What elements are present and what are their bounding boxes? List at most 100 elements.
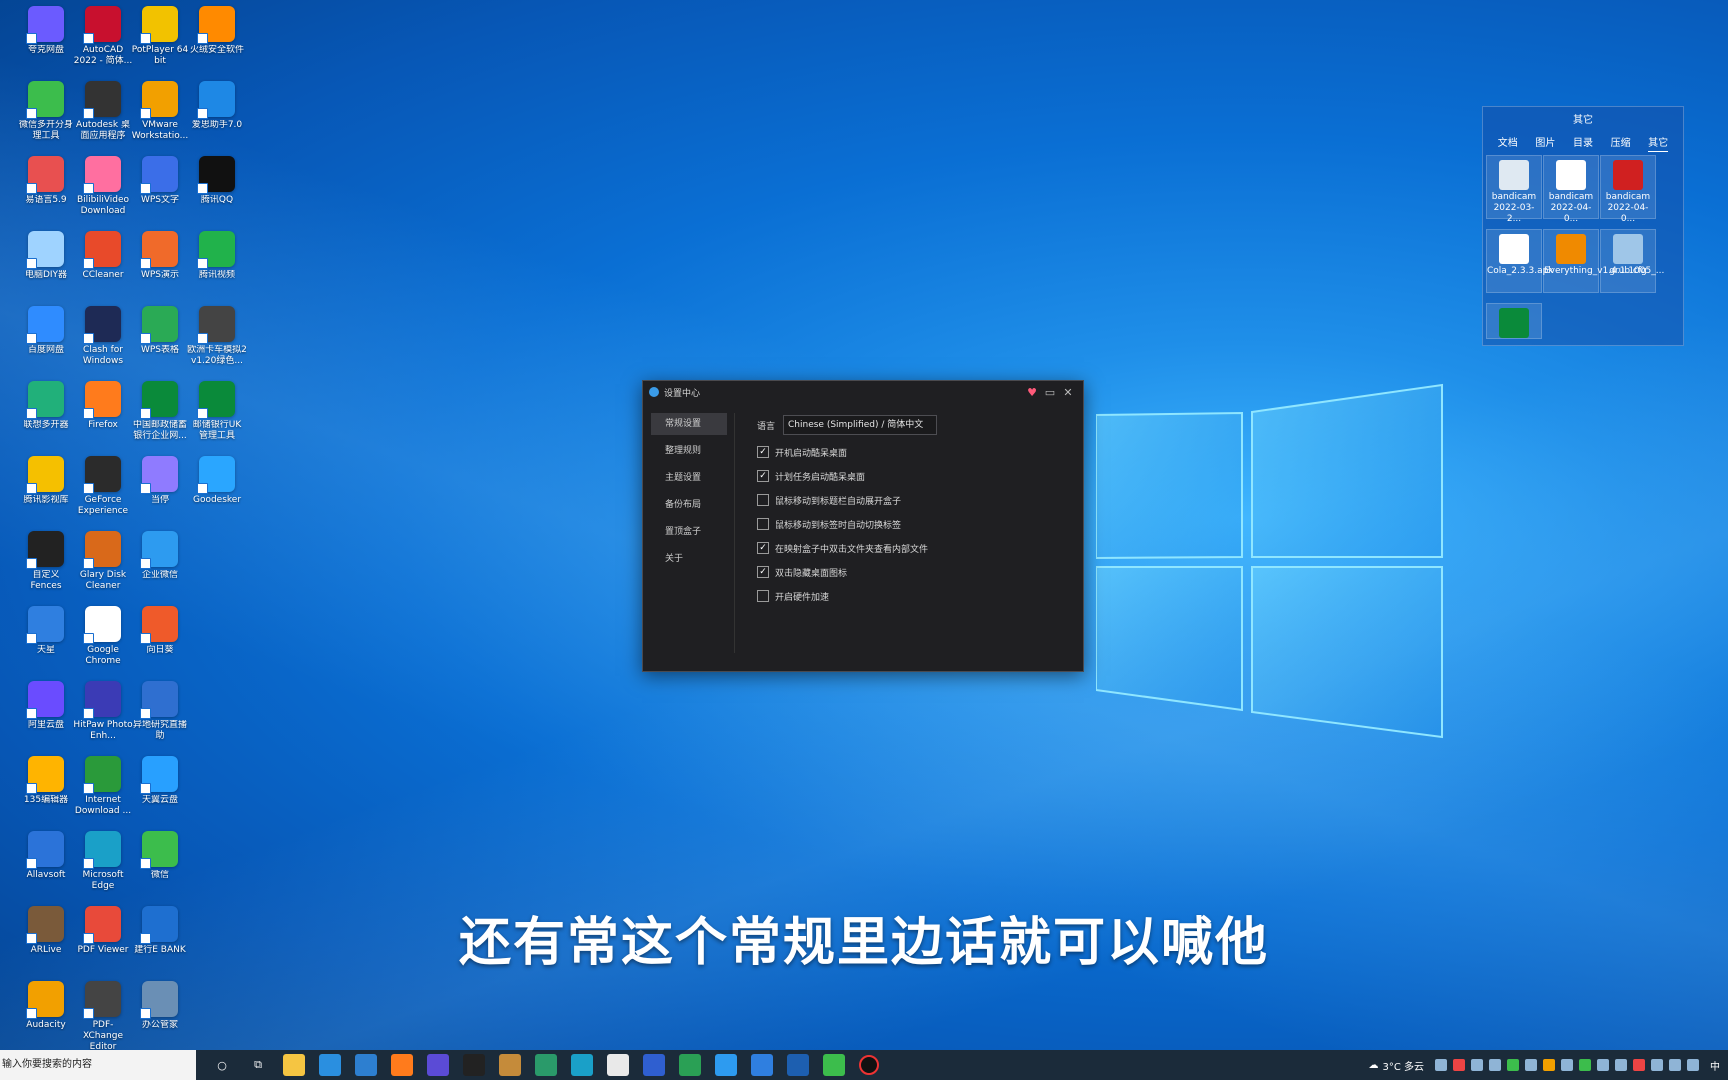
taskbar-search-input[interactable]: 输入你要搜索的内容 [0,1050,196,1080]
desktop-icon[interactable]: PDF-XChange Editor [73,981,133,1053]
desktop-icon[interactable]: 百度网盘 [16,306,76,356]
desktop-icon[interactable]: WPS表格 [130,306,190,356]
desktop-icon[interactable]: 夸克网盘 [16,6,76,56]
close-icon[interactable]: ✕ [1059,386,1077,399]
desktop-icon[interactable]: 腾讯QQ [187,156,247,206]
desktop-icon[interactable]: Clash for Windows [73,306,133,367]
desktop-icon[interactable]: HitPaw Photo Enh... [73,681,133,742]
weather-text[interactable]: 3°C 多云 [1382,1058,1424,1073]
desktop-icon[interactable]: CCleaner [73,231,133,281]
option-row[interactable]: 开启硬件加速 [757,584,1073,608]
fence-tab[interactable]: 文档 [1498,134,1518,152]
desktop-icon[interactable]: Microsoft Edge [73,831,133,892]
option-checkbox[interactable] [757,542,769,554]
desktop-icon[interactable]: 天星 [16,606,76,656]
sheets-icon[interactable] [679,1054,701,1076]
fence-widget[interactable]: 其它 文档 图片 目录 压缩 其它 bandicam 2022-03-2... bandi… [1482,106,1684,346]
option-checkbox[interactable] [757,566,769,578]
desktop-icon[interactable]: 企业微信 [130,531,190,581]
task-view-icon[interactable]: ⧉ [247,1054,269,1076]
desktop-icon[interactable]: Google Chrome [73,606,133,667]
file-explorer-icon[interactable] [283,1054,305,1076]
option-checkbox[interactable] [757,446,769,458]
option-row[interactable]: 开机启动酷呆桌面 [757,440,1073,464]
desktop-icon[interactable]: 异地研究直播助 [130,681,190,742]
desktop-icon[interactable]: 邮储银行UK 管理工具 [187,381,247,442]
desktop-icon[interactable]: Allavsoft [16,831,76,881]
desktop-icon[interactable]: 微信 [130,831,190,881]
feedback-icon[interactable]: ▭ [1041,386,1059,399]
mail-icon[interactable] [355,1054,377,1076]
option-checkbox[interactable] [757,470,769,482]
fence-file[interactable]: bandicam 2022-04-0... [1600,155,1656,224]
desktop-icon[interactable]: 向日葵 [130,606,190,656]
tray-icon[interactable] [1471,1059,1483,1071]
option-row[interactable]: 双击隐藏桌面图标 [757,560,1073,584]
tray-icon[interactable] [1651,1059,1663,1071]
tray-icon[interactable] [1597,1059,1609,1071]
sidebar-item[interactable]: 备份布局 [651,494,727,516]
capcut-icon[interactable] [463,1054,485,1076]
desktop-icon[interactable]: 腾讯视频 [187,231,247,281]
dingtalk-icon[interactable] [751,1054,773,1076]
desktop-icon[interactable]: 阿里云盘 [16,681,76,731]
fence-file[interactable]: Cola_2.3.3.apk [1486,229,1554,293]
tray-icon[interactable] [1525,1059,1537,1071]
tray-icon[interactable] [1543,1059,1555,1071]
desktop-icon[interactable]: VMware Workstatio... [130,81,190,142]
desktop-icon[interactable]: 腾讯影视库 [16,456,76,506]
desktop-icon[interactable]: Autodesk 桌面应用程序 [73,81,133,142]
desktop-icon[interactable]: AutoCAD 2022 - 简体... [73,6,133,67]
desktop-icon[interactable]: 天翼云盘 [130,756,190,806]
desktop-icon[interactable]: 欧洲卡车模拟2 v1.20绿色... [187,306,247,367]
option-row[interactable]: 计划任务启动酷呆桌面 [757,464,1073,488]
wecom-icon[interactable] [715,1054,737,1076]
edge-icon[interactable] [571,1054,593,1076]
desktop-icon[interactable]: PotPlayer 64 bit [130,6,190,67]
record-icon[interactable] [859,1055,879,1075]
option-checkbox[interactable] [757,518,769,530]
fence-tab[interactable]: 其它 [1648,134,1669,152]
firefox-icon[interactable] [391,1054,413,1076]
desktop-icon[interactable]: Firefox [73,381,133,431]
desktop-icon[interactable]: 135编辑器 [16,756,76,806]
desktop-icon[interactable]: Glary Disk Cleaner [73,531,133,592]
wechat-icon[interactable] [823,1054,845,1076]
fence-file[interactable]: bandicam 2022-04-0... [1543,155,1599,224]
edge-dev-icon[interactable] [535,1054,557,1076]
desktop-icon[interactable]: 爱思助手7.0 [187,81,247,131]
fence-file[interactable] [1486,303,1542,339]
option-checkbox[interactable] [757,590,769,602]
tray-icon[interactable] [1669,1059,1681,1071]
fence-tab[interactable]: 目录 [1573,134,1593,152]
tray-icon[interactable] [1561,1059,1573,1071]
option-row[interactable]: 在映射盒子中双击文件夹查看内部文件 [757,536,1073,560]
sidebar-item[interactable]: 置顶盒子 [651,521,727,543]
desktop-icon[interactable]: 当停 [130,456,190,506]
language-select[interactable]: Chinese (Simplified) / 简体中文 [783,415,937,435]
fence-file[interactable]: grub.cfg [1600,229,1656,293]
option-checkbox[interactable] [757,494,769,506]
desktop-icon[interactable]: 易语言5.9 [16,156,76,206]
tray-icon[interactable] [1633,1059,1645,1071]
option-row[interactable]: 鼠标移动到标题栏自动展开盒子 [757,488,1073,512]
sidebar-item[interactable]: 常规设置 [651,413,727,435]
tray-icon[interactable] [1489,1059,1501,1071]
chrome-icon[interactable] [607,1054,629,1076]
heart-icon[interactable]: ♥ [1023,386,1041,399]
sidebar-item[interactable]: 关于 [651,548,727,570]
desktop-icon[interactable]: Internet Download ... [73,756,133,817]
desktop-icon[interactable]: 火绒安全软件 [187,6,247,56]
sidebar-item[interactable]: 主题设置 [651,467,727,489]
fence-tab[interactable]: 压缩 [1611,134,1631,152]
desktop-icon[interactable]: 办公管家 [130,981,190,1031]
volume-icon[interactable] [1687,1059,1699,1071]
tray-icon[interactable] [1435,1059,1447,1071]
desktop-icon[interactable]: Audacity [16,981,76,1031]
ime-indicator[interactable]: 中 [1710,1058,1720,1073]
desktop-icon[interactable]: WPS文字 [130,156,190,206]
desktop-icon[interactable]: WPS演示 [130,231,190,281]
desktop-icon[interactable]: 自定义 Fences [16,531,76,592]
desktop-icon[interactable]: 联想多开器 [16,381,76,431]
option-row[interactable]: 鼠标移动到标签时自动切换标签 [757,512,1073,536]
